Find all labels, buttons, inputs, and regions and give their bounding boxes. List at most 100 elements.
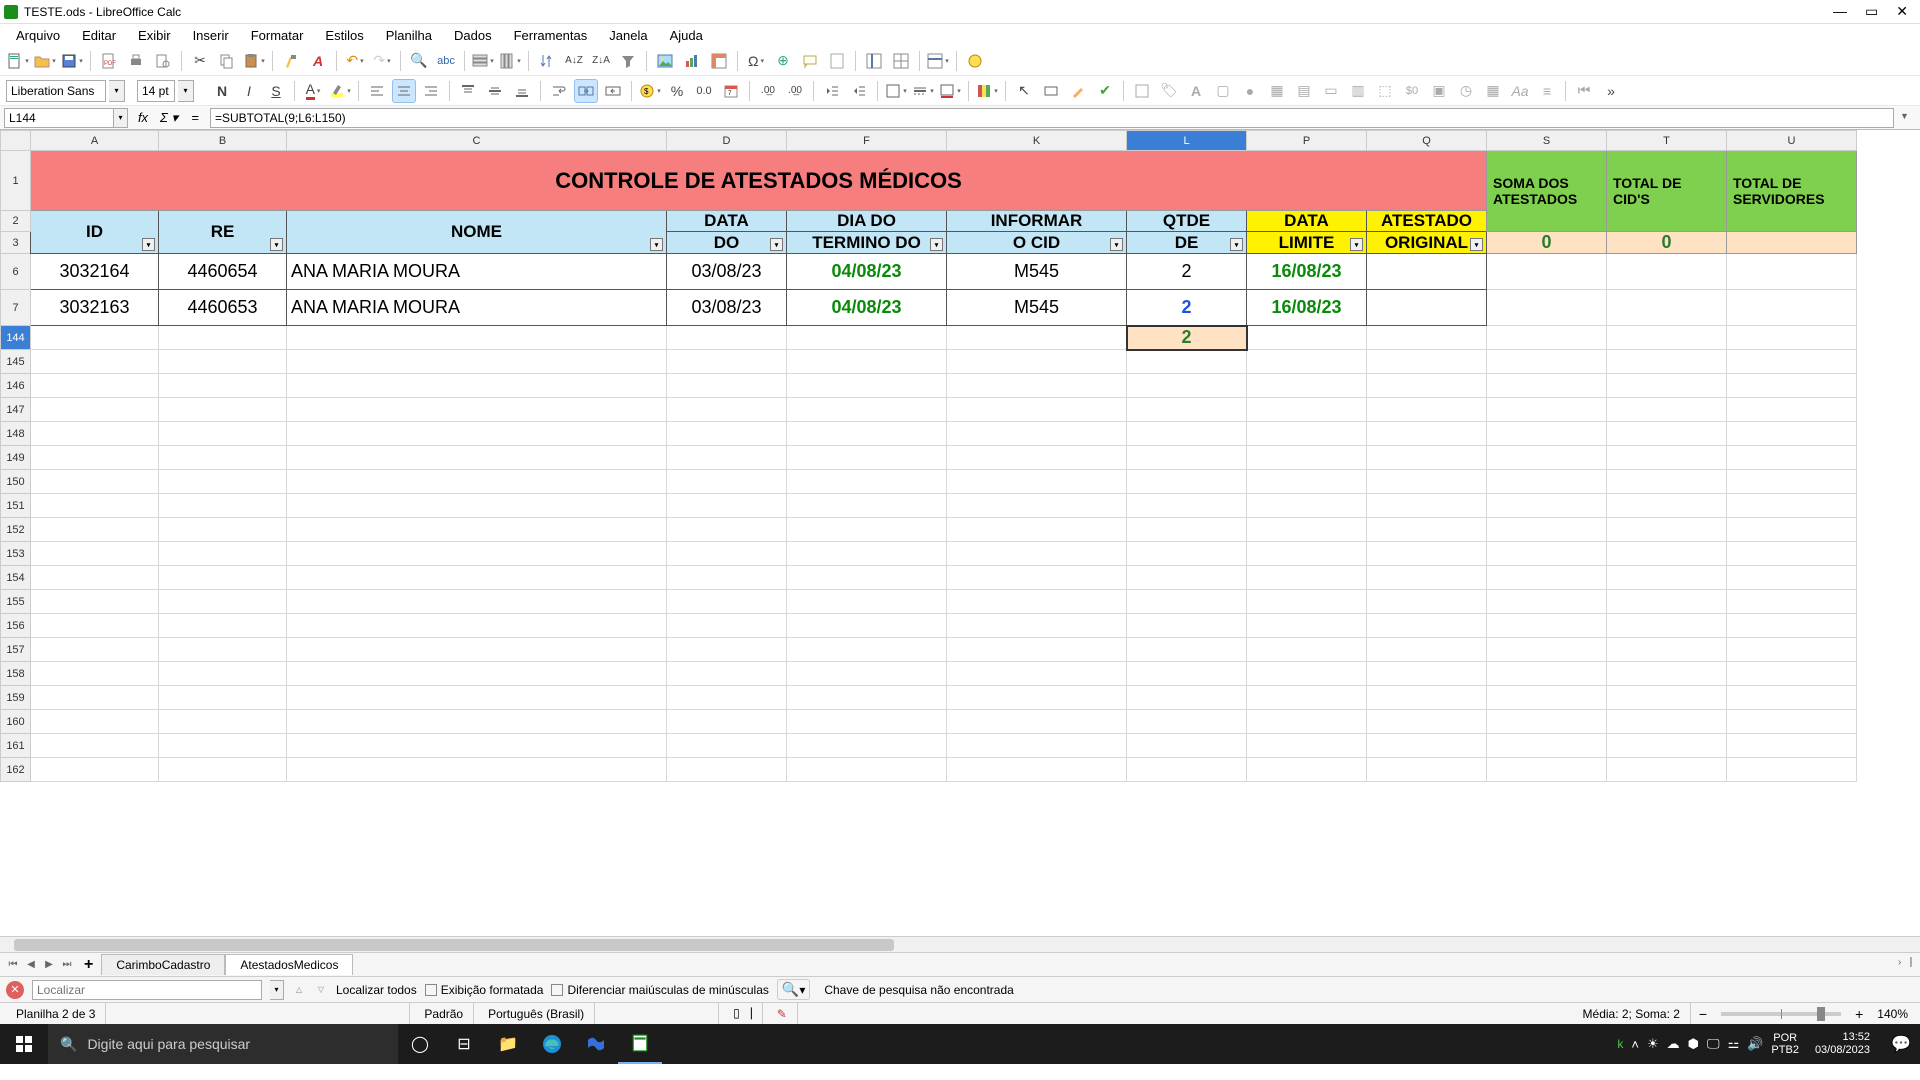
row-header[interactable]: 147 xyxy=(1,398,31,422)
zoom-out-button[interactable]: − xyxy=(1695,1006,1711,1022)
row-header[interactable]: 156 xyxy=(1,614,31,638)
zoom-slider[interactable] xyxy=(1721,1012,1841,1016)
col-header-P[interactable]: P xyxy=(1247,131,1367,151)
row-header[interactable]: 149 xyxy=(1,446,31,470)
hyperlink-button[interactable]: ⊕ xyxy=(771,49,795,73)
spellcheck-button[interactable]: abc xyxy=(434,49,458,73)
underline-button[interactable]: S xyxy=(264,79,288,103)
time-icon[interactable]: ◷ xyxy=(1454,79,1478,103)
row-header-3[interactable]: 3 xyxy=(1,232,31,254)
copy-button[interactable] xyxy=(215,49,239,73)
col-header-L[interactable]: L xyxy=(1127,131,1247,151)
tray-dropbox-icon[interactable]: ⬢ xyxy=(1688,1036,1699,1052)
currency-icon[interactable]: $0 xyxy=(1400,79,1424,103)
find-prev-button[interactable]: △ xyxy=(292,981,306,999)
menu-formatar[interactable]: Formatar xyxy=(241,26,314,45)
print-button[interactable] xyxy=(124,49,148,73)
taskbar-search[interactable]: 🔍 Digite aqui para pesquisar xyxy=(48,1024,398,1064)
font-size-input[interactable] xyxy=(137,80,175,102)
row-header-1[interactable]: 1 xyxy=(1,151,31,211)
th-dia-top[interactable]: DIA DO xyxy=(787,211,947,232)
wrap-text-button[interactable] xyxy=(547,79,571,103)
insert-chart-button[interactable] xyxy=(680,49,704,73)
row-header[interactable]: 153 xyxy=(1,542,31,566)
insert-image-button[interactable] xyxy=(653,49,677,73)
row-header[interactable]: 155 xyxy=(1,590,31,614)
row-header[interactable]: 154 xyxy=(1,566,31,590)
row-header[interactable]: 146 xyxy=(1,374,31,398)
save-button[interactable] xyxy=(60,49,84,73)
font-size-dropdown[interactable]: ▾ xyxy=(178,80,194,102)
scrollbar-thumb[interactable] xyxy=(14,939,894,951)
find-options-button[interactable]: 🔍▾ xyxy=(777,979,810,1000)
row-header[interactable]: 162 xyxy=(1,758,31,782)
cell-dia[interactable]: 04/08/23 xyxy=(787,254,947,290)
cell-limite[interactable]: 16/08/23 xyxy=(1247,290,1367,326)
circle-icon[interactable]: ● xyxy=(1238,79,1262,103)
select-button[interactable]: ↖ xyxy=(1012,79,1036,103)
row-header[interactable]: 145 xyxy=(1,350,31,374)
row-header[interactable]: 161 xyxy=(1,734,31,758)
th-qtde-bot[interactable]: DE▾ xyxy=(1127,232,1247,254)
status-mode[interactable]: Padrão xyxy=(414,1003,474,1024)
align-vcenter-button[interactable] xyxy=(483,79,507,103)
cell-id[interactable]: 3032163 xyxy=(31,290,159,326)
function-wizard-button[interactable]: fx xyxy=(132,108,154,128)
filter-arrow-atestado[interactable]: ▾ xyxy=(1470,238,1483,251)
find-dropdown[interactable]: ▾ xyxy=(270,980,284,1000)
th-atestado-top[interactable]: ATESTADO xyxy=(1367,211,1487,232)
menu-exibir[interactable]: Exibir xyxy=(128,26,181,45)
sort-button[interactable] xyxy=(535,49,559,73)
scale-icon[interactable]: ⬚ xyxy=(1373,79,1397,103)
sheet-grid[interactable]: A B C D F K L P Q S T U 1 CONTROLE DE AT… xyxy=(0,130,1920,936)
th-id[interactable]: ID▾ xyxy=(31,211,159,254)
tray-cloud-icon[interactable]: ☁ xyxy=(1667,1036,1680,1052)
decrease-indent-button[interactable] xyxy=(820,79,844,103)
name-box[interactable] xyxy=(4,108,114,128)
paste-button[interactable] xyxy=(242,49,266,73)
remove-decimal-button[interactable]: .0̲0 xyxy=(783,79,807,103)
th-cid-top[interactable]: INFORMAR xyxy=(947,211,1127,232)
cell-cid[interactable]: M545 xyxy=(947,254,1127,290)
clone-formatting-button[interactable] xyxy=(279,49,303,73)
tab-first-button[interactable]: ⏮ xyxy=(4,956,22,974)
menu-ferramentas[interactable]: Ferramentas xyxy=(504,26,598,45)
taskbar-app1[interactable] xyxy=(574,1024,618,1064)
find-input[interactable] xyxy=(32,980,262,1000)
sum-button[interactable]: Σ ▾ xyxy=(158,108,180,128)
box-icon[interactable]: ▢ xyxy=(1211,79,1235,103)
borders-button[interactable] xyxy=(884,79,908,103)
line-color-icon[interactable] xyxy=(1066,79,1090,103)
th-cid-bot[interactable]: O CID▾ xyxy=(947,232,1127,254)
status-language[interactable]: Português (Brasil) xyxy=(478,1003,595,1024)
expand-formula-bar-button[interactable]: ▼ xyxy=(1900,111,1914,125)
menu-estilos[interactable]: Estilos xyxy=(315,26,373,45)
date-button[interactable]: 7 xyxy=(719,79,743,103)
col-header-U[interactable]: U xyxy=(1727,131,1857,151)
menu-janela[interactable]: Janela xyxy=(599,26,657,45)
cut-button[interactable]: ✂ xyxy=(188,49,212,73)
menu-dados[interactable]: Dados xyxy=(444,26,502,45)
grid-icon[interactable]: ▦ xyxy=(1265,79,1289,103)
pivot-button[interactable] xyxy=(707,49,731,73)
status-sheet-count[interactable]: Planilha 2 de 3 xyxy=(6,1003,106,1024)
comment-button[interactable] xyxy=(798,49,822,73)
row-header[interactable]: 160 xyxy=(1,710,31,734)
th-limite-top[interactable]: DATA xyxy=(1247,211,1367,232)
cell-data[interactable]: 03/08/23 xyxy=(667,254,787,290)
th-re[interactable]: RE▾ xyxy=(159,211,287,254)
filter-arrow-cid[interactable]: ▾ xyxy=(1110,238,1123,251)
headers-footers-button[interactable] xyxy=(825,49,849,73)
maximize-button[interactable]: ▭ xyxy=(1865,3,1878,20)
th-qtde-top[interactable]: QTDE xyxy=(1127,211,1247,232)
cell-re[interactable]: 4460654 xyxy=(159,254,287,290)
row-header[interactable]: 150 xyxy=(1,470,31,494)
col-header-Q[interactable]: Q xyxy=(1367,131,1487,151)
menu-arquivo[interactable]: Arquivo xyxy=(6,26,70,45)
equals-button[interactable]: = xyxy=(184,108,206,128)
row-header[interactable]: 159 xyxy=(1,686,31,710)
border-color-button[interactable] xyxy=(938,79,962,103)
find-replace-button[interactable]: 🔍 xyxy=(407,49,431,73)
rectangle-button[interactable] xyxy=(1039,79,1063,103)
col-header-K[interactable]: K xyxy=(947,131,1127,151)
